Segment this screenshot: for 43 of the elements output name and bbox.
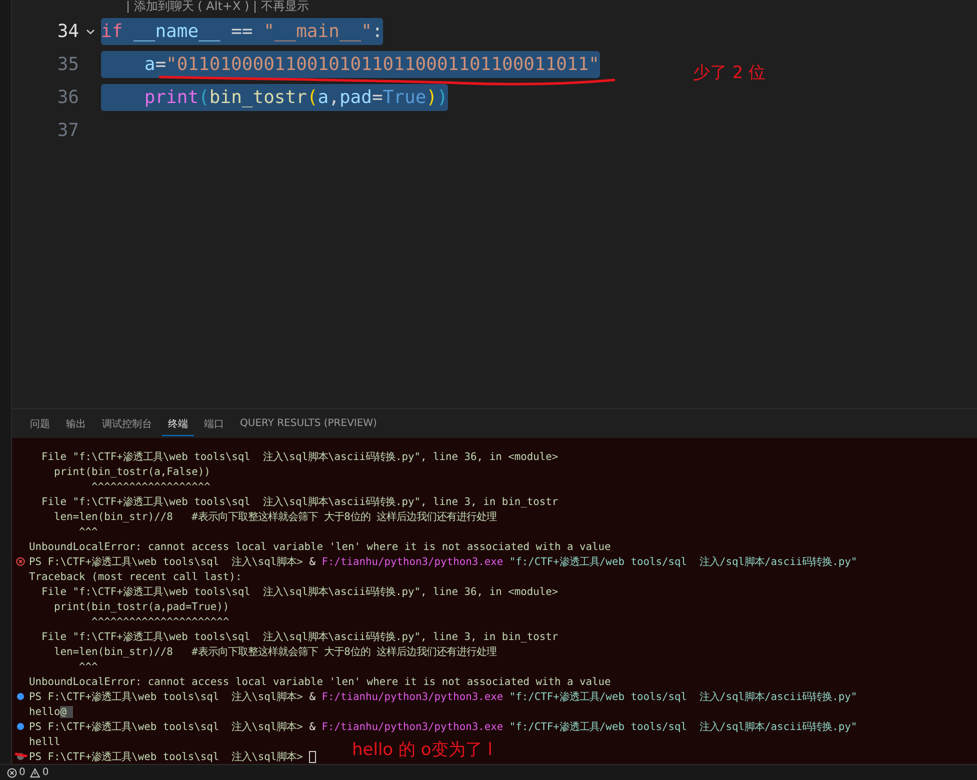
terminal-line: hello@	[29, 706, 73, 718]
panel-tab[interactable]: 调试控制台	[96, 412, 158, 436]
status-dot-icon[interactable]	[17, 753, 24, 760]
strike-line	[14, 752, 28, 758]
status-dot-icon[interactable]	[17, 723, 24, 730]
terminal-line: UnboundLocalError: cannot access local variable 'len' where it is not associated with a value	[29, 540, 611, 552]
error-status-icon[interactable]	[16, 557, 25, 566]
terminal-line: Traceback (most recent call last):	[29, 570, 242, 582]
status-dot-icon[interactable]	[17, 693, 24, 700]
panel-tab[interactable]: QUERY RESULTS (PREVIEW)	[234, 413, 383, 434]
line-number: 36	[56, 87, 79, 108]
panel-tab[interactable]: 问题	[24, 412, 56, 436]
terminal-line: len=len(bin_str)//8 #表示向下取整这样就会筛下 大于8位的 这样后边我们还有进行处理	[53, 644, 497, 658]
warning-icon[interactable]	[30, 768, 40, 778]
error-count[interactable]: 0	[19, 767, 26, 778]
line-number: 37	[56, 120, 79, 141]
terminal-line: File "f:\CTF+渗透工具\web tools\sql 注入\sql脚本\ascii码转换.py", line 36, in <module>	[40, 584, 558, 598]
terminal-line: PS F:\CTF+渗透工具\web tools\sql 注入\sql脚本> & F:/tianhu/python3/python3.exe "f:/CTF+渗透工具/web tools/sql 注入/sql脚本/ascii码转换.py"	[29, 690, 858, 704]
line-number: 34	[56, 21, 79, 42]
terminal-line: print(bin_tostr(a,False))	[53, 466, 210, 478]
terminal-line: PS F:\CTF+渗透工具\web tools\sql 注入\sql脚本>	[29, 750, 304, 764]
terminal-line: File "f:\CTF+渗透工具\web tools\sql 注入\sql脚本\ascii码转换.py", line 3, in bin_tostr	[40, 494, 558, 508]
panel-tab[interactable]: 输出	[60, 412, 92, 436]
annotation-note: hello 的 o变为了 l	[352, 739, 492, 761]
terminal-line: ^^^	[78, 526, 98, 538]
terminal-line: helll	[29, 736, 60, 748]
line-number: 35	[56, 54, 79, 75]
terminal-line: print(bin_tostr(a,pad=True))	[53, 600, 230, 612]
terminal-line: File "f:\CTF+渗透工具\web tools\sql 注入\sql脚本\ascii码转换.py", line 36, in <module>	[40, 450, 558, 464]
terminal-line: UnboundLocalError: cannot access local variable 'len' where it is not associated with a value	[29, 676, 611, 688]
annotation-note: 少了 2 位	[693, 62, 766, 84]
terminal-line: ^^^^^^^^^^^^^^^^^^^^^^	[90, 616, 230, 628]
terminal-line: File "f:\CTF+渗透工具\web tools\sql 注入\sql脚本\ascii码转换.py", line 3, in bin_tostr	[40, 630, 558, 644]
panel-tab[interactable]: 终端	[162, 412, 194, 436]
terminal-line: ^^^	[78, 660, 98, 672]
codelens-text[interactable]: | 添加到聊天 ( Alt+X ) | 不再显示	[12, 0, 977, 15]
terminal-line: PS F:\CTF+渗透工具\web tools\sql 注入\sql脚本> & F:/tianhu/python3/python3.exe "f:/CTF+渗透工具/web tools/sql 注入/sql脚本/ascii码转换.py"	[29, 720, 858, 734]
panel-tab[interactable]: 端口	[198, 412, 230, 436]
terminal-line: PS F:\CTF+渗透工具\web tools\sql 注入\sql脚本> & F:/tianhu/python3/python3.exe "f:/CTF+渗透工具/web tools/sql 注入/sql脚本/ascii码转换.py"	[29, 554, 858, 568]
warning-count[interactable]: 0	[42, 767, 49, 778]
error-icon[interactable]	[7, 768, 17, 778]
terminal-line: len=len(bin_str)//8 #表示向下取整这样就会筛下 大于8位的 这样后边我们还有进行处理	[53, 510, 497, 524]
terminal-line: ^^^^^^^^^^^^^^^^^^^	[90, 480, 210, 492]
